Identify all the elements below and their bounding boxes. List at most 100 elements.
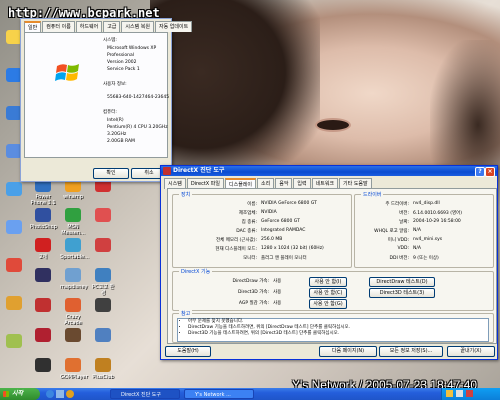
- driver-field-label: DDI 버전:: [389, 256, 409, 261]
- desktop-icon[interactable]: [30, 298, 56, 314]
- desktop-icon-label: MSN Messen...: [61, 224, 85, 236]
- tray-volume-icon[interactable]: [456, 390, 463, 397]
- desktop-icon[interactable]: [1, 182, 27, 198]
- desktop-icon[interactable]: [1, 296, 27, 312]
- feature-disable-button[interactable]: 사용 안 함(I): [309, 277, 347, 287]
- desktop-icon[interactable]: PhotoShop: [30, 208, 57, 230]
- feature-status: 사용: [273, 301, 282, 306]
- dxdiag-display-panel: 장치 이름: NVIDIA GeForce 6800 GT 제조업체: NVIDIA 칩…: [167, 188, 497, 344]
- feature-test-button[interactable]: DirectDraw 테스트(D): [369, 277, 435, 287]
- close-icon[interactable]: ×: [485, 167, 495, 177]
- desktop-icon[interactable]: [1, 220, 27, 236]
- sysprop-tab[interactable]: 일반: [24, 21, 42, 32]
- desktop-icon[interactable]: Sportable...: [60, 238, 89, 260]
- sysprop-tab[interactable]: 자동 업데이트: [155, 21, 193, 32]
- help-button[interactable]: 도움말(H): [165, 346, 211, 357]
- desktop-icon[interactable]: PlusClub: [90, 358, 116, 380]
- feature-label: AGP 질감 가속:: [238, 301, 269, 306]
- desktop-icon-image: [65, 328, 81, 342]
- desktop-icon[interactable]: [90, 298, 116, 314]
- desktop-icon[interactable]: [30, 358, 56, 374]
- os-line: Microsoft Windows XP: [107, 46, 157, 51]
- desktop-icon[interactable]: [56, 390, 64, 398]
- sysprop-tab[interactable]: 하드웨어: [75, 21, 103, 32]
- device-field-value: GeForce 6800 GT: [261, 219, 300, 224]
- dxdiag-app-icon: [163, 167, 171, 175]
- product-id: 55683-640-1427464-23645: [107, 95, 170, 100]
- desktop-icon[interactable]: Crazy Arcade: [60, 298, 86, 326]
- desktop-icon[interactable]: [90, 238, 116, 254]
- desktop-icon[interactable]: PC고고 환경: [90, 268, 116, 296]
- desktop-icon-image: [35, 268, 51, 282]
- ie-icon[interactable]: [46, 390, 54, 398]
- desktop-icon[interactable]: [30, 268, 56, 284]
- computer-line: 3.20GHz: [107, 132, 127, 137]
- task-ysnetwork[interactable]: Y's Network ...: [184, 389, 254, 399]
- desktop-icon[interactable]: [1, 258, 27, 274]
- exit-button[interactable]: 끝내기(X): [447, 346, 495, 357]
- desktop-icon-image: [95, 238, 111, 252]
- desktop-icon[interactable]: [30, 328, 56, 344]
- wallpaper-eye: [315, 118, 351, 132]
- sysprop-tab[interactable]: 컴퓨터 이름: [42, 21, 75, 32]
- desktop-icon-image: [6, 182, 22, 196]
- desktop-icon[interactable]: MSN Messen...: [60, 208, 86, 236]
- save-all-button[interactable]: 모든 정보 저장(S)...: [379, 346, 443, 357]
- desktop-icon[interactable]: [60, 328, 86, 344]
- system-tray: [441, 388, 500, 400]
- ok-button[interactable]: 확인: [93, 168, 129, 179]
- feature-test-button[interactable]: Direct3D 테스트(3): [369, 288, 435, 298]
- desktop-icon-image: [65, 298, 81, 312]
- desktop-icon[interactable]: [1, 334, 27, 350]
- feature-disable-button[interactable]: 사용 안 함(G): [309, 299, 347, 309]
- os-line: Version 2002: [107, 60, 137, 65]
- driver-field-value: nv4_mini.sys: [413, 237, 443, 242]
- registered-heading: 사용자 정보:: [103, 82, 127, 87]
- next-page-button[interactable]: 다음 페이지(N): [319, 346, 377, 357]
- notes-group: 참고 아무 문제를 찾지 못했습니다.DirectDraw 기능을 테스트하려면…: [172, 310, 494, 343]
- driver-field-label: 주 드라이버:: [385, 202, 409, 207]
- start-flag-icon: [3, 391, 9, 397]
- desktop-icon[interactable]: mapdisney: [60, 268, 87, 290]
- device-field-label: 현재 디스플레이 모드:: [215, 247, 257, 252]
- start-button[interactable]: 시작: [0, 388, 40, 400]
- desktop-icon-label: PC고고 환경: [92, 284, 114, 296]
- feature-disable-button[interactable]: 사용 안 함(C): [309, 288, 347, 298]
- sysprop-tab[interactable]: 고급: [103, 21, 121, 32]
- feature-label: DirectDraw 가속:: [232, 279, 269, 284]
- media-icon[interactable]: [66, 390, 74, 398]
- desktop-icon-image: [65, 268, 81, 282]
- tray-ime-icon[interactable]: [466, 390, 473, 397]
- task-dxdiag[interactable]: DirectX 진단 도구: [110, 389, 180, 399]
- desktop-icon-image: [6, 296, 22, 310]
- start-label: 시작: [12, 390, 24, 397]
- notes-box[interactable]: 아무 문제를 찾지 못했습니다.DirectDraw 기능을 테스트하려면, 위…: [177, 318, 489, 342]
- windows-flag-icon: [55, 64, 79, 81]
- desktop-icon[interactable]: 2개: [30, 238, 56, 260]
- notes-group-label: 참고: [179, 310, 193, 317]
- desktop-icon[interactable]: [90, 208, 116, 224]
- desktop-icon[interactable]: [90, 328, 116, 344]
- desktop-icon-label: Crazy Arcade: [64, 314, 82, 326]
- dxdiag-titlebar[interactable]: DirectX 진단 도구 ? ×: [161, 166, 497, 177]
- system-heading: 시스템:: [103, 38, 117, 43]
- desktop-icon-image: [65, 208, 81, 222]
- tray-network-icon[interactable]: [446, 390, 453, 397]
- device-field-value: 플러그 앤 플레이 모니터: [261, 256, 307, 261]
- device-field-label: 전체 메모리 (근사값):: [215, 238, 257, 243]
- sysprop-tab[interactable]: 시스템 복원: [121, 21, 154, 32]
- desktop-icon-image: [65, 238, 81, 252]
- dxdiag-window: DirectX 진단 도구 ? × 시스템 DirectX 파일 디스플레이 소리 음악…: [160, 165, 498, 360]
- desktop-icon-image: [95, 268, 111, 282]
- features-group-label: DirectX 기능: [179, 268, 213, 275]
- sysprop-tabs: 일반 컴퓨터 이름 하드웨어 고급 시스템 복원 자동 업데이트: [21, 19, 193, 32]
- help-icon[interactable]: ?: [475, 167, 485, 177]
- computer-heading: 컴퓨터:: [103, 110, 117, 115]
- desktop-icon[interactable]: GOMPlayer: [60, 358, 88, 380]
- device-field-value: 1280 x 1024 (32 bit) (60Hz): [261, 246, 324, 251]
- notes-list: 아무 문제를 찾지 못했습니다.DirectDraw 기능을 테스트하려면, 위…: [178, 319, 488, 337]
- device-field-value: Integrated RAMDAC: [261, 228, 306, 233]
- desktop-icon[interactable]: Power Phone 3.1: [30, 178, 56, 206]
- feature-label: Direct3D 가속:: [237, 290, 269, 295]
- driver-field-value: N/A: [413, 246, 421, 251]
